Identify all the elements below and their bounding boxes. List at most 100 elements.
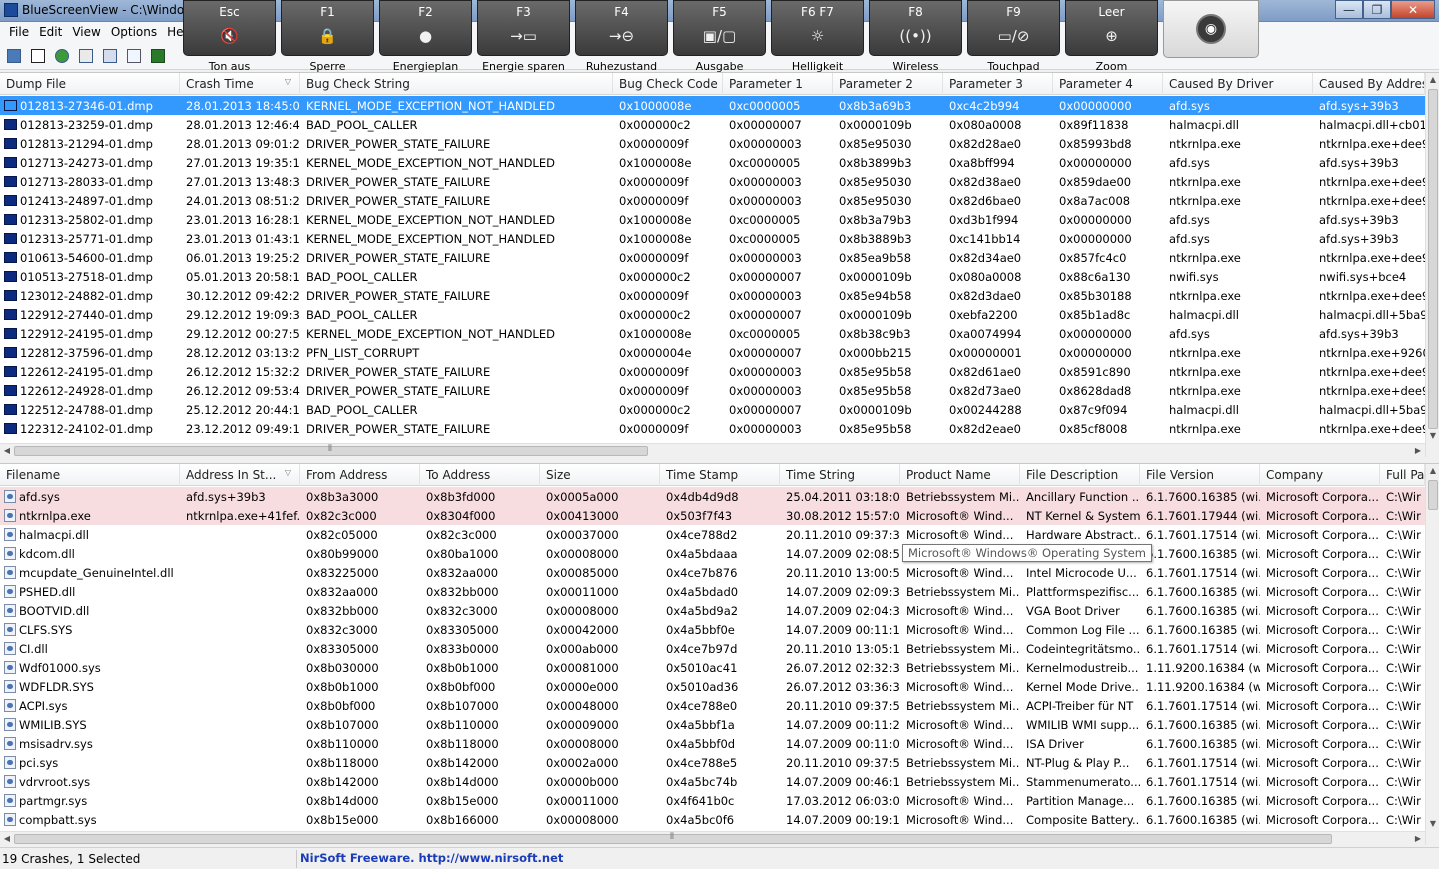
column-header-caused-by-address[interactable]: Caused By Address xyxy=(1313,73,1425,95)
osd-key-energieplan[interactable]: F2 ● Energieplan xyxy=(379,0,472,73)
crash-row[interactable]: 012813-23259-01.dmp 28.01.2013 12:46:46 BA… xyxy=(0,115,1425,134)
scroll-down-arrow-icon[interactable]: ▼ xyxy=(1426,817,1439,831)
scroll-down-arrow-icon[interactable]: ▼ xyxy=(1426,429,1439,443)
column-header-filename[interactable]: Filename xyxy=(0,464,180,486)
osd-key-sperre[interactable]: F1 🔒 Sperre xyxy=(281,0,374,73)
driver-row[interactable]: PSHED.dll 0x832aa000 0x832bb000 0x00011000 0… xyxy=(0,582,1425,601)
crash-row[interactable]: 012413-24897-01.dmp 24.01.2013 08:51:25 DR… xyxy=(0,191,1425,210)
column-header-caused-by-driver[interactable]: Caused By Driver xyxy=(1163,73,1313,95)
html-report-button[interactable] xyxy=(100,46,120,66)
driver-row[interactable]: vdrvroot.sys 0x8b142000 0x8b14d000 0x0000b0… xyxy=(0,772,1425,791)
crash-row[interactable]: 012713-28033-01.dmp 27.01.2013 13:48:31 DR… xyxy=(0,172,1425,191)
osd-key-ausgabe[interactable]: F5 ▣/▢ Ausgabe xyxy=(673,0,766,73)
column-header-time-string[interactable]: Time String xyxy=(780,464,900,486)
refresh-button[interactable] xyxy=(52,46,72,66)
save-button[interactable] xyxy=(28,46,48,66)
osd-key-touchpad[interactable]: F9 ▭/⊘ Touchpad xyxy=(967,0,1060,73)
crash-row[interactable]: 012313-25771-01.dmp 23.01.2013 01:43:13 KE… xyxy=(0,229,1425,248)
crash-row[interactable]: 012313-25802-01.dmp 23.01.2013 16:28:11 KE… xyxy=(0,210,1425,229)
driver-row[interactable]: ACPI.sys 0x8b0bf000 0x8b107000 0x00048000 0x… xyxy=(0,696,1425,715)
driver-row[interactable]: WDFLDR.SYS 0x8b0b1000 0x8b0bf000 0x0000e000… xyxy=(0,677,1425,696)
column-header-crash-time[interactable]: Crash Time ▽ xyxy=(180,73,300,95)
scroll-up-arrow-icon[interactable]: ▲ xyxy=(1426,73,1439,87)
exit-button[interactable] xyxy=(148,46,168,66)
column-header-full-pa[interactable]: Full Pa xyxy=(1380,464,1425,486)
driver-list: Filename Address In St... ▽ From Address To … xyxy=(0,463,1439,845)
driver-row[interactable]: compbatt.sys 0x8b15e000 0x8b166000 0x000080… xyxy=(0,810,1425,829)
column-header-file-version[interactable]: File Version xyxy=(1140,464,1260,486)
scrollbar-thumb[interactable] xyxy=(1428,89,1438,429)
crash-row[interactable]: 123012-24882-01.dmp 30.12.2012 09:42:25 DR… xyxy=(0,286,1425,305)
driver-row[interactable]: WMILIB.SYS 0x8b107000 0x8b110000 0x00009000… xyxy=(0,715,1425,734)
scroll-left-arrow-icon[interactable]: ◀ xyxy=(0,832,14,845)
crash-list-horizontal-scrollbar[interactable]: ◀ ⦀ ▶ xyxy=(0,443,1425,457)
crash-row[interactable]: 122312-24102-01.dmp 23.12.2012 09:49:10 DR… xyxy=(0,419,1425,438)
menu-file[interactable]: File xyxy=(4,25,34,39)
driver-list-vertical-scrollbar[interactable]: ▲ ▼ xyxy=(1425,464,1439,845)
scroll-right-arrow-icon[interactable]: ▶ xyxy=(1411,832,1425,845)
crash-row[interactable]: 010613-54600-01.dmp 06.01.2013 19:25:27 DR… xyxy=(0,248,1425,267)
driver-row[interactable]: msisadrv.sys 0x8b110000 0x8b118000 0x000080… xyxy=(0,734,1425,753)
driver-row[interactable]: BOOTVID.dll 0x832bb000 0x832c3000 0x0000800… xyxy=(0,601,1425,620)
crash-list-vertical-scrollbar[interactable]: ▲ ▼ xyxy=(1425,73,1439,457)
nirsoft-link[interactable]: NirSoft Freeware. http://www.nirsoft.net xyxy=(300,851,563,865)
crash-row[interactable]: 122612-24195-01.dmp 26.12.2012 15:32:27 DR… xyxy=(0,362,1425,381)
column-header-parameter-4[interactable]: Parameter 4 xyxy=(1053,73,1163,95)
crash-row[interactable]: 122912-27440-01.dmp 29.12.2012 19:09:38 BA… xyxy=(0,305,1425,324)
close-button[interactable]: ✕ xyxy=(1391,0,1435,19)
minimize-button[interactable]: — xyxy=(1335,0,1363,19)
column-header-file-description[interactable]: File Description xyxy=(1020,464,1140,486)
column-header-parameter-1[interactable]: Parameter 1 xyxy=(723,73,833,95)
driver-row[interactable]: mcupdate_GenuineIntel.dll 0x83225000 0x832… xyxy=(0,563,1425,582)
scrollbar-thumb[interactable] xyxy=(1428,480,1438,510)
menu-view[interactable]: View xyxy=(67,25,105,39)
properties-button[interactable] xyxy=(4,46,24,66)
scroll-right-arrow-icon[interactable]: ▶ xyxy=(1411,444,1425,457)
column-header-from-address[interactable]: From Address xyxy=(300,464,420,486)
crash-row[interactable]: 122812-37596-01.dmp 28.12.2012 03:13:27 PF… xyxy=(0,343,1425,362)
crash-row[interactable]: 122912-24195-01.dmp 29.12.2012 00:27:52 KE… xyxy=(0,324,1425,343)
osd-key-ruhezustand[interactable]: F4 →⊖ Ruhezustand xyxy=(575,0,668,73)
driver-row[interactable]: kdcom.dll 0x80b99000 0x80ba1000 0x00008000 0… xyxy=(0,544,1425,563)
column-header-parameter-3[interactable]: Parameter 3 xyxy=(943,73,1053,95)
osd-key-helligkeit[interactable]: F6 F7 ☼ Helligkeit xyxy=(771,0,864,73)
maximize-button[interactable]: ❐ xyxy=(1363,0,1391,19)
crash-row[interactable]: 012813-21294-01.dmp 28.01.2013 09:01:23 DR… xyxy=(0,134,1425,153)
crash-row[interactable]: 012813-27346-01.dmp 28.01.2013 18:45:04 KE… xyxy=(0,96,1425,115)
scroll-left-arrow-icon[interactable]: ◀ xyxy=(0,444,14,457)
crash-row[interactable]: 122512-24788-01.dmp 25.12.2012 20:44:14 BA… xyxy=(0,400,1425,419)
osd-key-ton-aus[interactable]: Esc 🔇 Ton aus xyxy=(183,0,276,73)
driver-row[interactable]: ntkrnlpa.exe ntkrnlpa.exe+41fef... 0x82c3c… xyxy=(0,506,1425,525)
driver-list-horizontal-scrollbar[interactable]: ◀ ⦀ ▶ xyxy=(0,831,1425,845)
osd-key-wireless[interactable]: F8 ((•)) Wireless xyxy=(869,0,962,73)
column-header-dump-file[interactable]: Dump File xyxy=(0,73,180,95)
osd-key-zoom[interactable]: Leer ⊕ Zoom xyxy=(1065,0,1158,73)
crash-row[interactable]: 012713-24273-01.dmp 27.01.2013 19:35:15 KE… xyxy=(0,153,1425,172)
column-header-parameter-2[interactable]: Parameter 2 xyxy=(833,73,943,95)
copy-button[interactable] xyxy=(76,46,96,66)
cell-from-address: 0x8b0b1000 xyxy=(306,680,379,694)
menu-options[interactable]: Options xyxy=(106,25,162,39)
cell-company: Microsoft Corpora... xyxy=(1266,509,1379,523)
driver-row[interactable]: CI.dll 0x83305000 0x833b0000 0x000ab000 0x4c… xyxy=(0,639,1425,658)
driver-row[interactable]: Wdf01000.sys 0x8b030000 0x8b0b1000 0x000810… xyxy=(0,658,1425,677)
driver-row[interactable]: CLFS.SYS 0x832c3000 0x83305000 0x00042000 0x… xyxy=(0,620,1425,639)
crash-row[interactable]: 010513-27518-01.dmp 05.01.2013 20:58:19 BA… xyxy=(0,267,1425,286)
column-header-size[interactable]: Size xyxy=(540,464,660,486)
driver-row[interactable]: pci.sys 0x8b118000 0x8b142000 0x0002a000 0x4… xyxy=(0,753,1425,772)
column-header-address-in-st[interactable]: Address In St... ▽ xyxy=(180,464,300,486)
driver-row[interactable]: afd.sys afd.sys+39b3 0x8b3a3000 0x8b3fd000 0… xyxy=(0,487,1425,506)
osd-key-energie-sparen[interactable]: F3 →▭ Energie sparen xyxy=(477,0,570,73)
column-header-bug-check-code[interactable]: Bug Check Code xyxy=(613,73,723,95)
crash-row[interactable]: 122612-24928-01.dmp 26.12.2012 09:53:48 DR… xyxy=(0,381,1425,400)
column-header-time-stamp[interactable]: Time Stamp xyxy=(660,464,780,486)
column-header-bug-check-string[interactable]: Bug Check String xyxy=(300,73,613,95)
find-button[interactable] xyxy=(124,46,144,66)
menu-edit[interactable]: Edit xyxy=(34,25,67,39)
column-header-company[interactable]: Company xyxy=(1260,464,1380,486)
driver-row[interactable]: halmacpi.dll 0x82c05000 0x82c3c000 0x000370… xyxy=(0,525,1425,544)
driver-row[interactable]: partmgr.sys 0x8b14d000 0x8b15e000 0x0001100… xyxy=(0,791,1425,810)
column-header-to-address[interactable]: To Address xyxy=(420,464,540,486)
scroll-up-arrow-icon[interactable]: ▲ xyxy=(1426,464,1439,478)
column-header-product-name[interactable]: Product Name xyxy=(900,464,1020,486)
